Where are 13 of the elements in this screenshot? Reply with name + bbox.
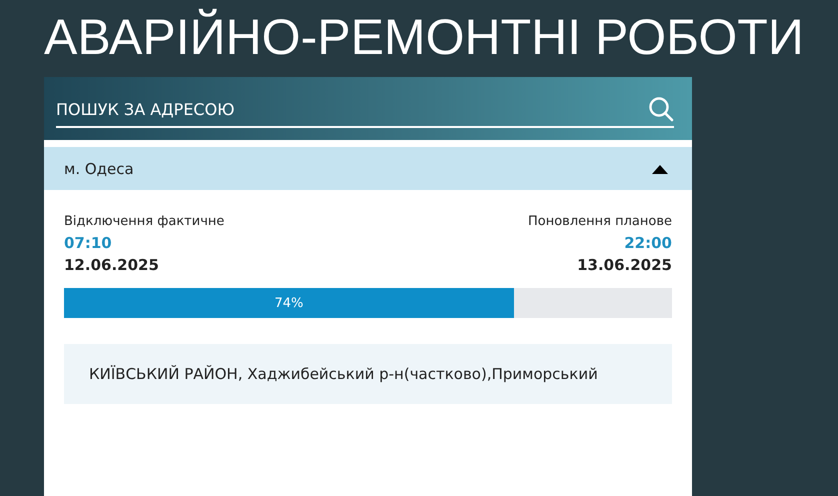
page-title: АВАРІЙНО-РЕМОНТНІ РОБОТИ [44, 8, 804, 67]
progress-text: 74% [274, 296, 304, 310]
start-time: 07:10 [64, 233, 113, 254]
end-label: Поновлення планове [528, 213, 672, 231]
end-time: 22:00 [624, 233, 672, 254]
city-row[interactable]: м. Одеса [44, 147, 692, 190]
city-name: м. Одеса [64, 160, 134, 178]
search-icon[interactable] [648, 96, 674, 122]
start-date: 12.06.2025 [64, 255, 160, 276]
search-field[interactable]: ПОШУК ЗА АДРЕСОЮ [56, 100, 642, 118]
start-label: Відключення фактичне [64, 213, 224, 231]
area-text: КИЇВСЬКИЙ РАЙОН, Хаджибейський р-н(частково),Приморський [89, 365, 598, 383]
end-date: 13.06.2025 [577, 255, 672, 276]
